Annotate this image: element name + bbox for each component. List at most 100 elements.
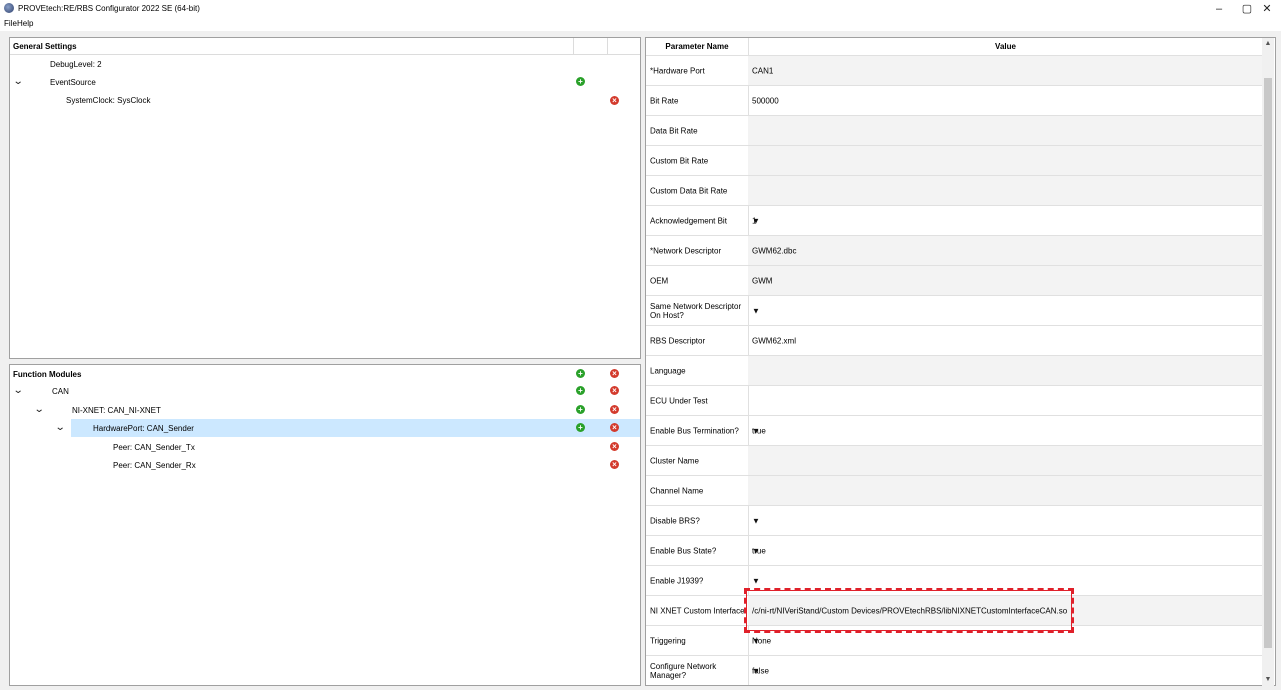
- parameter-row[interactable]: *Hardware Port CAN1: [646, 55, 1263, 85]
- parameter-value-field[interactable]: [748, 176, 1263, 205]
- parameter-row[interactable]: Acknowledgement Bit 1 ▼: [646, 205, 1263, 235]
- parameter-name: Enable J1939?: [650, 576, 704, 585]
- parameter-row[interactable]: Channel Name: [646, 475, 1263, 505]
- add-icon[interactable]: +: [576, 369, 585, 378]
- dropdown-arrow-icon[interactable]: ▼: [752, 516, 1261, 525]
- parameter-value-field[interactable]: [748, 446, 1263, 475]
- tree-row[interactable]: DebugLevel: 2: [10, 55, 640, 73]
- parameter-row[interactable]: *Network Descriptor GWM62.dbc: [646, 235, 1263, 265]
- parameter-value-field[interactable]: GWM62.dbc: [748, 236, 1263, 265]
- parameter-value-field[interactable]: [748, 356, 1263, 385]
- menu-help[interactable]: Help: [17, 19, 33, 28]
- parameter-name-cell: Disable BRS?: [646, 506, 749, 535]
- scroll-down-icon[interactable]: ▼: [1262, 674, 1274, 686]
- column-divider: [607, 38, 608, 54]
- tree-row[interactable]: Peer: CAN_Sender_Tx ×: [10, 438, 640, 456]
- dropdown-arrow-icon[interactable]: ▼: [752, 306, 1261, 315]
- close-button[interactable]: ✕: [1252, 1, 1281, 17]
- parameter-name-cell: Bit Rate: [646, 86, 749, 115]
- tree-row[interactable]: Peer: CAN_Sender_Rx ×: [10, 456, 640, 474]
- menu-bar: File Help: [0, 18, 1281, 31]
- add-icon[interactable]: +: [576, 405, 585, 414]
- parameter-value-field[interactable]: GWM: [748, 266, 1263, 295]
- parameter-row[interactable]: Enable Bus State? true ▼: [646, 535, 1263, 565]
- parameter-row[interactable]: OEM GWM: [646, 265, 1263, 295]
- parameter-name: OEM: [650, 276, 669, 285]
- parameter-row[interactable]: RBS Descriptor GWM62.xml: [646, 325, 1263, 355]
- dropdown-arrow-icon[interactable]: ▼: [752, 666, 1261, 675]
- parameter-row[interactable]: Configure Network Manager? false ▼: [646, 655, 1263, 685]
- parameter-row[interactable]: Custom Data Bit Rate: [646, 175, 1263, 205]
- parameter-value-dropdown[interactable]: true ▼: [748, 416, 1263, 445]
- tree-row-selected[interactable]: HardwarePort: CAN_Sender + ×: [71, 419, 640, 437]
- parameter-value-dropdown[interactable]: true ▼: [748, 536, 1263, 565]
- remove-icon[interactable]: ×: [610, 386, 619, 395]
- add-icon[interactable]: +: [576, 386, 585, 395]
- add-icon[interactable]: +: [576, 77, 585, 86]
- chevron-down-icon[interactable]: ⌄: [34, 404, 45, 415]
- parameter-name: Configure Network Manager?: [650, 661, 717, 680]
- app-icon: [4, 3, 14, 13]
- add-icon[interactable]: +: [576, 423, 585, 432]
- function-modules-title: Function Modules: [13, 370, 82, 379]
- parameter-value-field[interactable]: [748, 116, 1263, 145]
- remove-icon[interactable]: ×: [610, 423, 619, 432]
- parameter-value-field[interactable]: GWM62.xml: [748, 326, 1263, 355]
- parameter-name: Enable Bus Termination?: [650, 426, 739, 435]
- tree-row[interactable]: ⌄ CAN + ×: [10, 382, 640, 400]
- parameter-row[interactable]: Data Bit Rate: [646, 115, 1263, 145]
- remove-icon[interactable]: ×: [610, 442, 619, 451]
- tree-item-label: CAN: [52, 387, 69, 396]
- remove-icon[interactable]: ×: [610, 96, 619, 105]
- parameter-name: Same Network Descriptor On Host?: [650, 301, 742, 320]
- parameter-name: Acknowledgement Bit: [650, 216, 727, 225]
- tree-row[interactable]: SystemClock: SysClock ×: [10, 91, 640, 109]
- chevron-down-icon[interactable]: ⌄: [55, 422, 66, 433]
- parameter-row[interactable]: Same Network Descriptor On Host? ▼: [646, 295, 1263, 325]
- tree-row[interactable]: ⌄ NI-XNET: CAN_NI-XNET + ×: [10, 401, 640, 419]
- remove-icon[interactable]: ×: [610, 405, 619, 414]
- parameter-value-field[interactable]: [748, 476, 1263, 505]
- parameter-value-dropdown[interactable]: false ▼: [748, 656, 1263, 685]
- parameter-name: NI XNET Custom Interface: [650, 606, 745, 615]
- tree-item-label: Peer: CAN_Sender_Tx: [113, 443, 195, 452]
- tree-item-label: Peer: CAN_Sender_Rx: [113, 461, 196, 470]
- scroll-up-icon[interactable]: ▲: [1262, 38, 1274, 50]
- dropdown-arrow-icon[interactable]: ▼: [752, 636, 1261, 645]
- parameter-row[interactable]: Disable BRS? ▼: [646, 505, 1263, 535]
- minimize-button[interactable]: –: [1204, 1, 1234, 17]
- parameter-value-field[interactable]: [748, 146, 1263, 175]
- parameter-row[interactable]: Custom Bit Rate: [646, 145, 1263, 175]
- parameter-name: *Network Descriptor: [650, 246, 722, 255]
- parameter-name-cell: Cluster Name: [646, 446, 749, 475]
- parameter-value-field[interactable]: [748, 386, 1263, 415]
- parameter-value-dropdown[interactable]: ▼: [748, 506, 1263, 535]
- chevron-down-icon[interactable]: ⌄: [13, 76, 24, 87]
- window-title: PROVEtech:RE/RBS Configurator 2022 SE (6…: [18, 4, 200, 13]
- dropdown-arrow-icon[interactable]: ▼: [752, 576, 1261, 585]
- chevron-down-icon[interactable]: ⌄: [13, 385, 24, 396]
- parameter-row[interactable]: Cluster Name: [646, 445, 1263, 475]
- parameter-row[interactable]: Enable Bus Termination? true ▼: [646, 415, 1263, 445]
- column-divider: [573, 38, 574, 54]
- parameter-value-field[interactable]: 500000: [748, 86, 1263, 115]
- parameter-value-dropdown[interactable]: 1 ▼: [748, 206, 1263, 235]
- parameter-name: Cluster Name: [650, 456, 699, 465]
- parameter-name: ECU Under Test: [650, 396, 708, 405]
- remove-icon[interactable]: ×: [610, 460, 619, 469]
- vertical-scrollbar[interactable]: ▲ ▼: [1262, 38, 1274, 686]
- parameter-name-cell: *Hardware Port: [646, 56, 749, 85]
- dropdown-arrow-icon[interactable]: ▼: [752, 216, 1261, 225]
- scrollbar-thumb[interactable]: [1264, 78, 1272, 648]
- parameter-name: Disable BRS?: [650, 516, 700, 525]
- parameter-row[interactable]: Language: [646, 355, 1263, 385]
- parameter-row[interactable]: Bit Rate 500000: [646, 85, 1263, 115]
- parameter-value-dropdown[interactable]: ▼: [748, 296, 1263, 325]
- dropdown-arrow-icon[interactable]: ▼: [752, 546, 1261, 555]
- parameter-value-field[interactable]: CAN1: [748, 56, 1263, 85]
- menu-file[interactable]: File: [4, 19, 17, 28]
- parameter-row[interactable]: ECU Under Test: [646, 385, 1263, 415]
- tree-row[interactable]: ⌄ EventSource +: [10, 73, 640, 91]
- dropdown-arrow-icon[interactable]: ▼: [752, 426, 1261, 435]
- remove-icon[interactable]: ×: [610, 369, 619, 378]
